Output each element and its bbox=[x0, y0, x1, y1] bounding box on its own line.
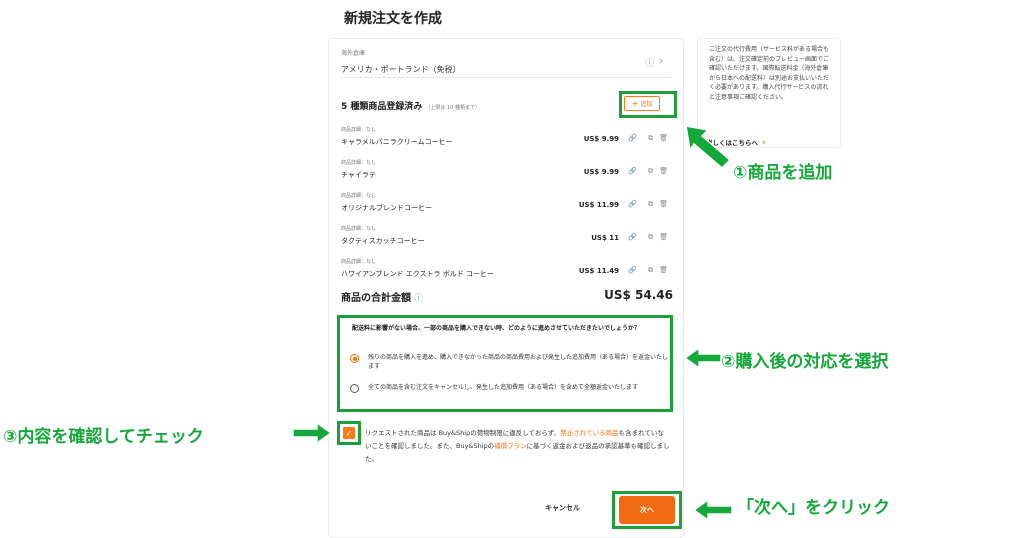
annotation-step2: ②購入後の対応を選択 bbox=[719, 351, 889, 374]
product-caption: 商品詳細：なし bbox=[341, 160, 377, 166]
radio-option-label: 全ての商品を含む注文をキャンセルし、発生した追加費用（ある場合）を含めて全額返金… bbox=[368, 384, 639, 391]
products-limit-note: （上限は 10 種類まで） bbox=[425, 105, 480, 111]
copy-icon[interactable]: ⧉ bbox=[648, 134, 653, 143]
trash-icon[interactable]: 🗑 bbox=[659, 167, 668, 175]
trash-icon[interactable]: 🗑 bbox=[659, 134, 668, 142]
warehouse-value: アメリカ・ポートランド（免税） bbox=[341, 65, 461, 74]
agreement-text: リクエストされた商品は Buy&Shipの荷物制限に違反しておらず、禁止されてい… bbox=[365, 427, 670, 466]
chevron-right-icon[interactable]: › bbox=[659, 54, 663, 67]
annotation-arrow-1 bbox=[685, 125, 732, 170]
product-name: タクティスカッチコーヒー bbox=[341, 237, 425, 245]
annotation-step4: 「次へ」をクリック bbox=[736, 497, 892, 520]
product-price: US$ 11.49 bbox=[578, 267, 619, 275]
info-icon[interactable]: ⓘ bbox=[414, 294, 423, 304]
trash-icon[interactable]: 🗑 bbox=[659, 233, 668, 241]
agree-checkbox[interactable]: ✓ bbox=[343, 427, 355, 439]
product-price: US$ 11.99 bbox=[578, 201, 619, 209]
compensation-plan-link[interactable]: 補償プラン bbox=[494, 442, 527, 450]
trash-icon[interactable]: 🗑 bbox=[659, 266, 668, 274]
product-caption: 商品詳細：なし bbox=[341, 226, 377, 232]
warehouse-caption: 海外倉庫 bbox=[341, 50, 366, 57]
copy-icon[interactable]: ⧉ bbox=[648, 233, 653, 242]
copy-icon[interactable]: ⧉ bbox=[648, 266, 653, 275]
product-price: US$ 9.99 bbox=[583, 168, 619, 176]
product-name: チャイラテ bbox=[341, 171, 376, 179]
next-button[interactable]: 次へ bbox=[619, 496, 675, 524]
product-name: オリジナルブレンドコーヒー bbox=[341, 204, 432, 212]
side-info-text: ご注文の代行費用（サービス料がある場合も含む）は、注文確定前のプレビュー画面でご… bbox=[709, 46, 830, 101]
copy-icon[interactable]: ⧉ bbox=[648, 200, 653, 209]
product-row: 商品詳細：なしキャラメルバニラクリームコーヒー US$ 9.99 🔗 ⧉ 🗑 bbox=[341, 126, 671, 152]
product-row: 商品詳細：なしハワイアンブレンド エクストラ ボルド コーヒー US$ 11.49… bbox=[341, 258, 671, 284]
highlight-add-button bbox=[619, 91, 677, 118]
link-icon[interactable]: 🔗 bbox=[628, 200, 637, 208]
products-count: 5 種類商品登録済み bbox=[341, 102, 423, 112]
info-icon[interactable]: ⓘ bbox=[645, 56, 654, 69]
product-caption: 商品詳細：なし bbox=[341, 127, 377, 133]
product-row: 商品詳細：なしタクティスカッチコーヒー US$ 11 🔗 ⧉ 🗑 bbox=[341, 225, 671, 251]
products-heading: 5 種類商品登録済み （上限は 10 種類まで） bbox=[341, 99, 480, 112]
product-row: 商品詳細：なしオリジナルブレンドコーヒー US$ 11.99 🔗 ⧉ 🗑 bbox=[341, 192, 671, 218]
annotation-arrow-2 bbox=[683, 346, 722, 370]
agreement-part: リクエストされた商品は Buy&Shipの荷物制限に違反しておらず、 bbox=[365, 429, 561, 437]
annotation-step1: ①商品を追加 bbox=[731, 162, 833, 185]
page-title: 新規注文を作成 bbox=[344, 11, 442, 27]
cancel-button[interactable]: キャンセル bbox=[545, 503, 580, 513]
chevron-right-icon: › bbox=[762, 138, 766, 148]
total-label-text: 商品の合計金額 bbox=[341, 293, 411, 304]
copy-icon[interactable]: ⧉ bbox=[648, 167, 653, 176]
link-icon[interactable]: 🔗 bbox=[628, 134, 637, 142]
choice-question: 配送料に影響がない場合、一部の商品を購入できない時、どのように進めさせていただき… bbox=[352, 325, 640, 332]
product-caption: 商品詳細：なし bbox=[341, 259, 377, 265]
product-row: 商品詳細：なし チャイラテ US$ 9.99 🔗 ⧉ 🗑 bbox=[341, 159, 671, 185]
product-price: US$ 11 bbox=[591, 234, 619, 242]
link-icon[interactable]: 🔗 bbox=[628, 266, 637, 274]
product-caption: 商品詳細：なし bbox=[341, 193, 377, 199]
annotation-arrow-3 bbox=[292, 421, 333, 445]
product-name: ハワイアンブレンド エクストラ ボルド コーヒー bbox=[341, 270, 494, 278]
product-price: US$ 9.99 bbox=[583, 135, 619, 143]
radio-selected-icon[interactable] bbox=[350, 354, 359, 363]
radio-unselected-icon[interactable] bbox=[350, 384, 359, 393]
link-icon[interactable]: 🔗 bbox=[628, 167, 637, 175]
total-row: 商品の合計金額 ⓘ US$ 54.46 bbox=[341, 288, 673, 305]
trash-icon[interactable]: 🗑 bbox=[659, 200, 668, 208]
annotation-step3: ③内容を確認してチェック bbox=[2, 426, 206, 449]
product-name: キャラメルバニラクリームコーヒー bbox=[341, 138, 453, 146]
warehouse-selector[interactable]: 海外倉庫 アメリカ・ポートランド（免税） ⓘ › bbox=[341, 48, 671, 78]
total-label: 商品の合計金額 ⓘ bbox=[341, 289, 423, 304]
prohibited-items-link[interactable]: 禁止されている商品 bbox=[560, 429, 618, 437]
total-amount: US$ 54.46 bbox=[604, 288, 673, 302]
radio-option-label: 残りの商品を購入を進め、購入できなかった商品の商品費用および発生した追加費用（あ… bbox=[368, 354, 669, 370]
annotation-arrow-4 bbox=[692, 498, 733, 522]
link-icon[interactable]: 🔗 bbox=[628, 233, 637, 241]
